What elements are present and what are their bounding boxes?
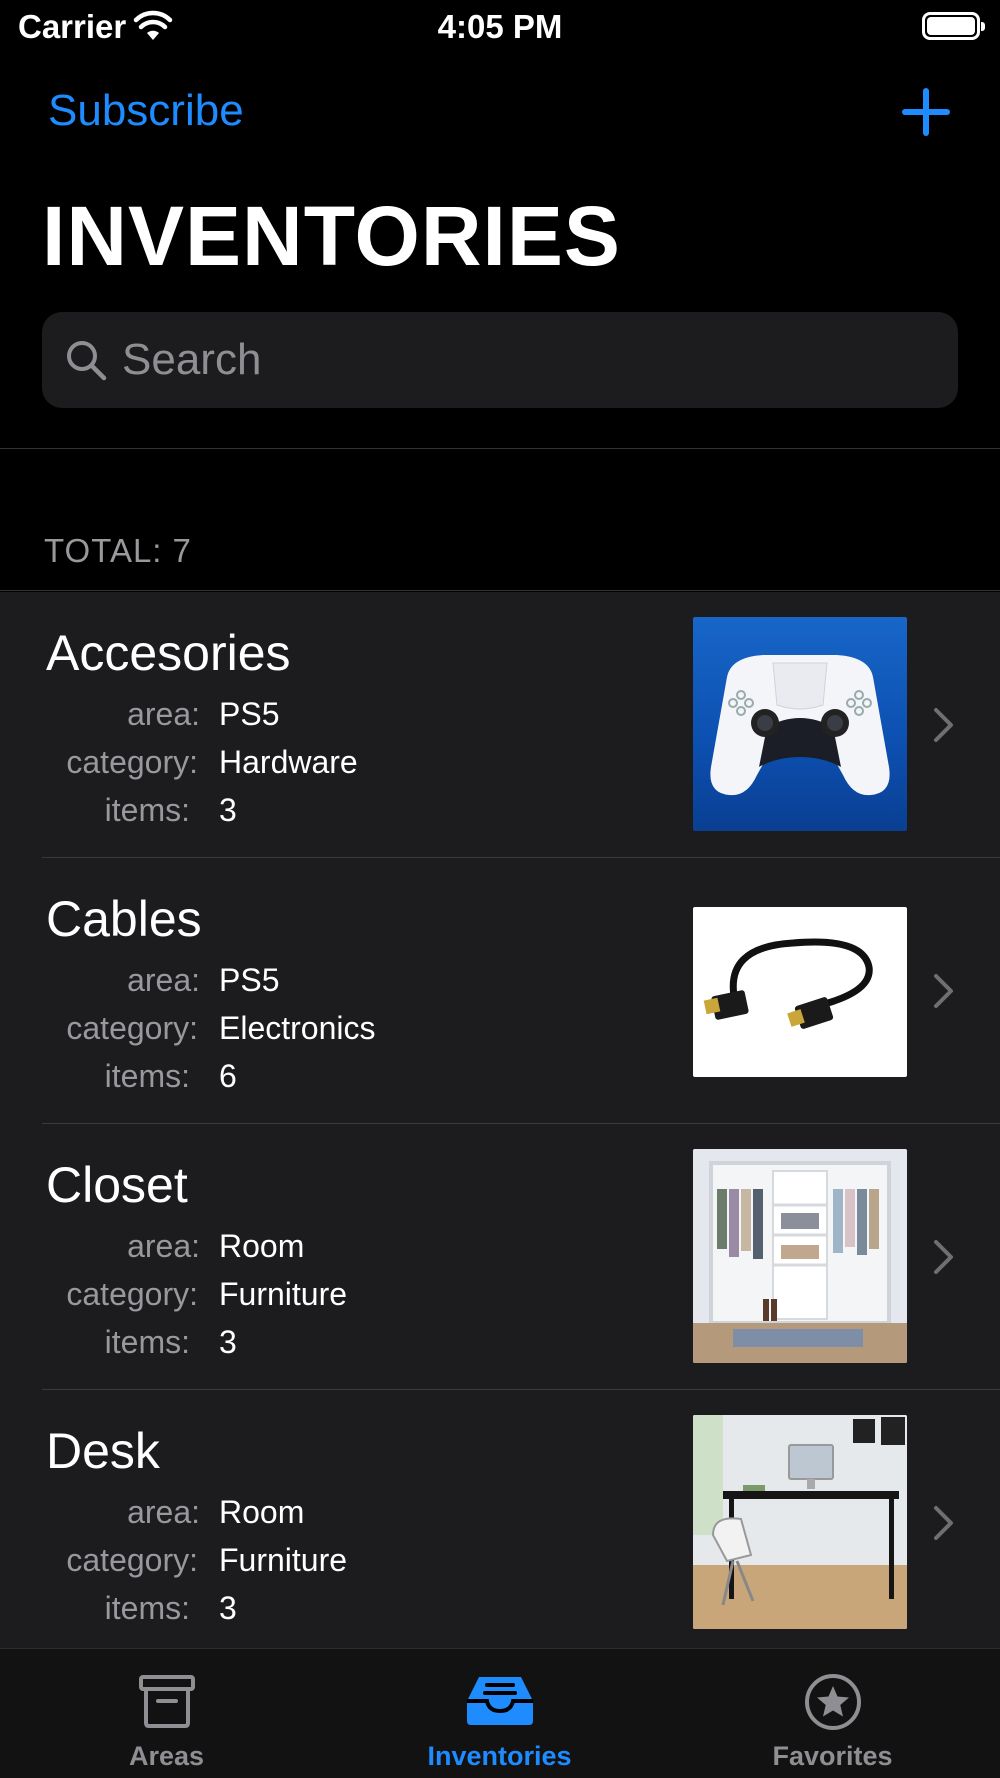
desk-thumbnail xyxy=(693,1415,907,1629)
items-value: 6 xyxy=(219,1058,237,1094)
area-label: area: xyxy=(127,1494,200,1530)
area-value: Room xyxy=(219,1494,305,1530)
star-circle-icon xyxy=(804,1674,861,1730)
search-input[interactable] xyxy=(122,312,942,408)
items-label: items: xyxy=(104,1324,190,1360)
search-bar[interactable] xyxy=(42,312,958,408)
list-top-divider xyxy=(0,590,1000,591)
tab-bar: Areas Inventories Favorites xyxy=(0,1648,1000,1778)
items-value: 3 xyxy=(219,792,237,828)
tab-label: Inventories xyxy=(427,1741,572,1771)
page-title: INVENTORIES xyxy=(42,189,621,283)
items-value: 3 xyxy=(219,1590,237,1626)
tab-favorites[interactable]: Favorites xyxy=(666,1649,999,1778)
inventory-row-cables[interactable]: Cables area: PS5 category: Electronics i… xyxy=(0,858,1000,1124)
chevron-right-icon xyxy=(934,1506,953,1540)
tray-icon xyxy=(466,1677,533,1725)
inventory-row-accesories[interactable]: Accesories area: PS5 category: Hardware … xyxy=(0,592,1000,858)
status-time: 4:05 PM xyxy=(437,8,563,45)
inventory-row-closet[interactable]: Closet area: Room category: Furniture it… xyxy=(0,1124,1000,1390)
total-value: 7 xyxy=(172,532,192,569)
category-value: Furniture xyxy=(219,1276,348,1312)
area-label: area: xyxy=(127,962,200,998)
search-icon xyxy=(67,341,107,381)
add-inventory-button[interactable] xyxy=(898,84,954,140)
category-label: category: xyxy=(66,744,198,780)
chevron-right-icon xyxy=(934,1240,953,1274)
total-label: TOTAL: xyxy=(44,532,163,569)
chevron-right-icon xyxy=(934,708,953,742)
items-label: items: xyxy=(104,1590,190,1626)
closet-thumbnail xyxy=(693,1149,907,1363)
items-label: items: xyxy=(104,792,190,828)
category-label: category: xyxy=(66,1010,198,1046)
inventory-name: Cables xyxy=(46,891,202,947)
category-label: category: xyxy=(66,1542,198,1578)
inventory-list: Accesories area: PS5 category: Hardware … xyxy=(0,592,1000,1648)
chevron-right-icon xyxy=(934,974,953,1008)
inventory-name: Closet xyxy=(46,1157,188,1213)
area-label: area: xyxy=(127,1228,200,1264)
items-value: 3 xyxy=(219,1324,237,1360)
area-value: PS5 xyxy=(219,962,280,998)
area-label: area: xyxy=(127,696,200,732)
tab-areas[interactable]: Areas xyxy=(0,1649,333,1778)
area-value: Room xyxy=(219,1228,305,1264)
subscribe-button[interactable]: Subscribe xyxy=(48,86,244,136)
inventory-name: Accesories xyxy=(46,625,291,681)
battery-icon xyxy=(922,12,985,40)
total-count: TOTAL: 7 xyxy=(44,532,202,570)
category-value: Electronics xyxy=(219,1010,376,1046)
inventory-row-desk[interactable]: Desk area: Room category: Furniture item… xyxy=(0,1390,1000,1648)
tab-label: Favorites xyxy=(772,1741,893,1771)
hdmi-cable-thumbnail xyxy=(693,907,907,1077)
category-label: category: xyxy=(66,1276,198,1312)
tab-label: Areas xyxy=(128,1741,205,1771)
status-bar: Carrier 4:05 PM xyxy=(0,0,1000,56)
tab-inventories[interactable]: Inventories xyxy=(333,1649,666,1778)
category-value: Furniture xyxy=(219,1542,348,1578)
header-divider xyxy=(0,448,1000,449)
items-label: items: xyxy=(104,1058,190,1094)
archive-box-icon xyxy=(138,1675,195,1728)
area-value: PS5 xyxy=(219,696,280,732)
inventory-name: Desk xyxy=(46,1423,160,1479)
category-value: Hardware xyxy=(219,744,358,780)
game-controller-thumbnail xyxy=(693,617,907,831)
